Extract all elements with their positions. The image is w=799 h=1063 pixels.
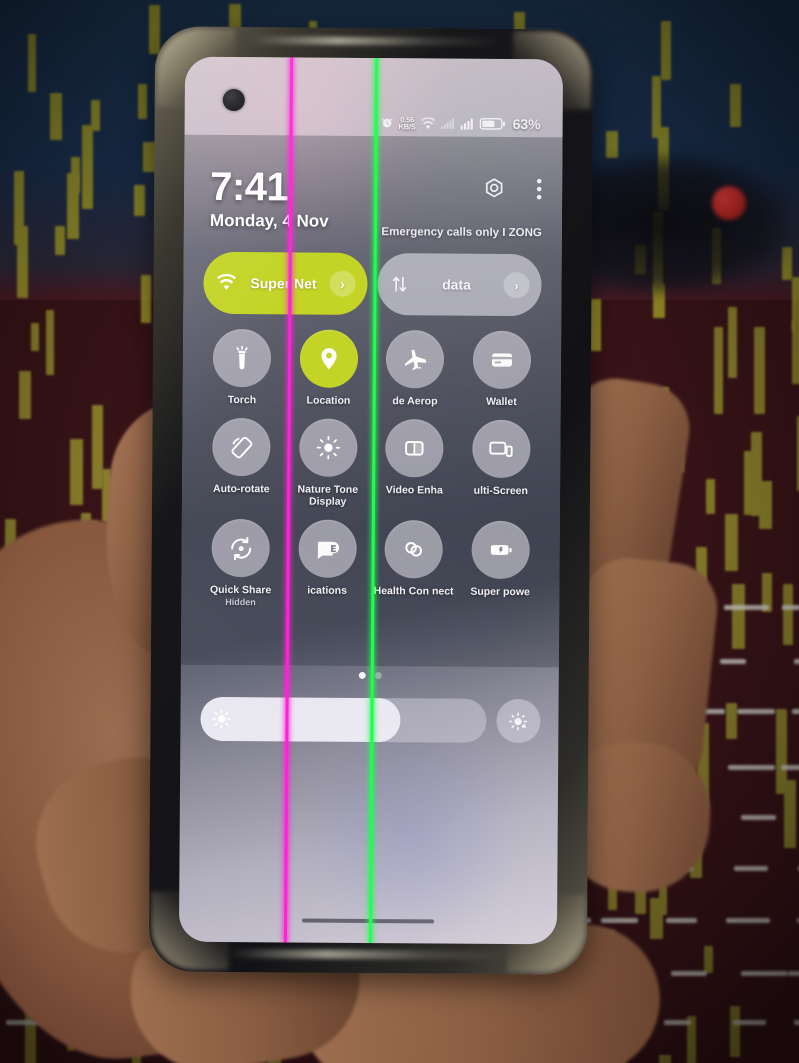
more-vertical-icon[interactable] bbox=[536, 177, 542, 201]
tile-multi-screen[interactable]: ulti-Screen bbox=[457, 419, 544, 510]
quick-settings-actions bbox=[482, 177, 542, 201]
tile-quick-share[interactable]: Quick Share Hidden bbox=[197, 518, 284, 608]
battery-icon bbox=[479, 117, 506, 131]
brightness-slider[interactable] bbox=[200, 696, 487, 743]
network-speed-unit: KB/S bbox=[398, 122, 416, 132]
carrier-status-label: Emergency calls only I ZONG bbox=[381, 226, 542, 240]
photo-scene: 0.56 KB/S 63% 7:41 Monday, 4 Nov Emergen… bbox=[0, 0, 799, 1063]
case-glint-bottom bbox=[228, 949, 509, 960]
network-speed-indicator: 0.56 KB/S bbox=[398, 115, 416, 132]
clock-date: Monday, 4 Nov bbox=[209, 210, 329, 231]
tile-super-power[interactable]: Super powe bbox=[457, 520, 544, 610]
mobile-data-pill-chevron-icon[interactable]: › bbox=[503, 271, 530, 299]
tile-label-location: Location bbox=[306, 394, 351, 407]
tile-label-aeroplane-mode: de Aerop bbox=[392, 395, 438, 408]
home-gesture-bar[interactable] bbox=[302, 918, 435, 924]
auto-rotate-icon bbox=[212, 417, 271, 477]
phone-screen[interactable]: 0.56 KB/S 63% 7:41 Monday, 4 Nov Emergen… bbox=[178, 56, 564, 945]
tile-label-video-enhancer: Video Enha bbox=[385, 484, 443, 497]
tile-aeroplane-mode[interactable]: de Aerop bbox=[372, 330, 459, 408]
notification-icon bbox=[298, 519, 357, 578]
multi-screen-icon bbox=[471, 419, 531, 479]
video-enhance-icon bbox=[385, 419, 444, 478]
case-glint-top bbox=[250, 36, 501, 46]
page-dot-2[interactable] bbox=[374, 672, 382, 680]
gear-icon[interactable] bbox=[482, 177, 506, 201]
data-transfer-icon bbox=[389, 274, 409, 294]
wifi-icon bbox=[215, 273, 237, 292]
tile-label-health-connect: Health Con nect bbox=[373, 585, 454, 598]
battery-percent-label: 63% bbox=[512, 115, 541, 133]
status-bar: 0.56 KB/S 63% bbox=[185, 114, 563, 133]
phone-device: 0.56 KB/S 63% 7:41 Monday, 4 Nov Emergen… bbox=[148, 26, 594, 975]
wifi-pill-label: Super Net bbox=[250, 275, 317, 292]
page-indicator-dots[interactable] bbox=[181, 671, 559, 681]
wifi-pill-chevron-icon[interactable]: › bbox=[329, 270, 356, 297]
mobile-data-pill[interactable]: data › bbox=[377, 253, 542, 317]
power-saving-icon bbox=[471, 520, 530, 580]
brightness-row bbox=[200, 696, 541, 744]
aeroplane-icon bbox=[386, 330, 445, 389]
tile-health-connect[interactable]: Health Con nect bbox=[370, 520, 457, 609]
wifi-pill[interactable]: Super Net › bbox=[203, 251, 368, 315]
mobile-data-pill-label: data bbox=[442, 276, 471, 293]
page-dot-1[interactable] bbox=[358, 671, 366, 679]
quick-settings-panel: 0.56 KB/S 63% 7:41 Monday, 4 Nov Emergen… bbox=[179, 57, 563, 945]
location-pin-icon bbox=[299, 329, 358, 388]
tile-label-quick-share: Quick Share bbox=[209, 583, 272, 597]
auto-brightness-icon bbox=[508, 710, 529, 731]
clock-block: 7:41 Monday, 4 Nov bbox=[209, 164, 329, 232]
tile-sublabel-quick-share: Hidden bbox=[225, 596, 256, 608]
tile-label-multi-screen: ulti-Screen bbox=[473, 484, 528, 498]
tile-location[interactable]: Location bbox=[285, 329, 372, 407]
tile-label-torch: Torch bbox=[227, 393, 257, 407]
quick-settings-tile-grid: Torch Location de Aerop Wallet Auto-rotate Na… bbox=[197, 328, 545, 610]
tile-wallet[interactable]: Wallet bbox=[458, 330, 545, 409]
tile-notifications[interactable]: ications bbox=[284, 519, 371, 608]
tile-auto-rotate[interactable]: Auto-rotate bbox=[198, 417, 285, 508]
nature-tone-icon bbox=[298, 418, 358, 477]
wallet-card-icon bbox=[472, 330, 531, 390]
auto-brightness-button[interactable] bbox=[496, 698, 541, 744]
flashlight-icon bbox=[213, 328, 272, 388]
tile-torch[interactable]: Torch bbox=[199, 328, 286, 407]
tile-label-nature-tone: Nature Tone Display bbox=[297, 483, 359, 508]
wifi-icon bbox=[421, 116, 436, 130]
connectivity-pills: Super Net › data › bbox=[203, 251, 542, 317]
signal-sim2-icon bbox=[460, 117, 475, 130]
signal-sim1-icon bbox=[441, 117, 456, 130]
tile-label-super-power: Super powe bbox=[470, 585, 530, 599]
tile-label-notifications: ications bbox=[307, 584, 348, 597]
tile-nature-tone[interactable]: Nature Tone Display bbox=[284, 418, 371, 508]
quick-share-icon bbox=[211, 518, 271, 578]
alarm-icon bbox=[380, 117, 393, 130]
tile-label-auto-rotate: Auto-rotate bbox=[212, 482, 270, 496]
tile-video-enhancer[interactable]: Video Enha bbox=[371, 419, 458, 509]
tile-label-wallet: Wallet bbox=[486, 395, 517, 409]
brightness-sun-icon bbox=[211, 709, 231, 729]
health-connect-icon bbox=[384, 520, 444, 579]
clock-time: 7:41 bbox=[210, 164, 289, 210]
